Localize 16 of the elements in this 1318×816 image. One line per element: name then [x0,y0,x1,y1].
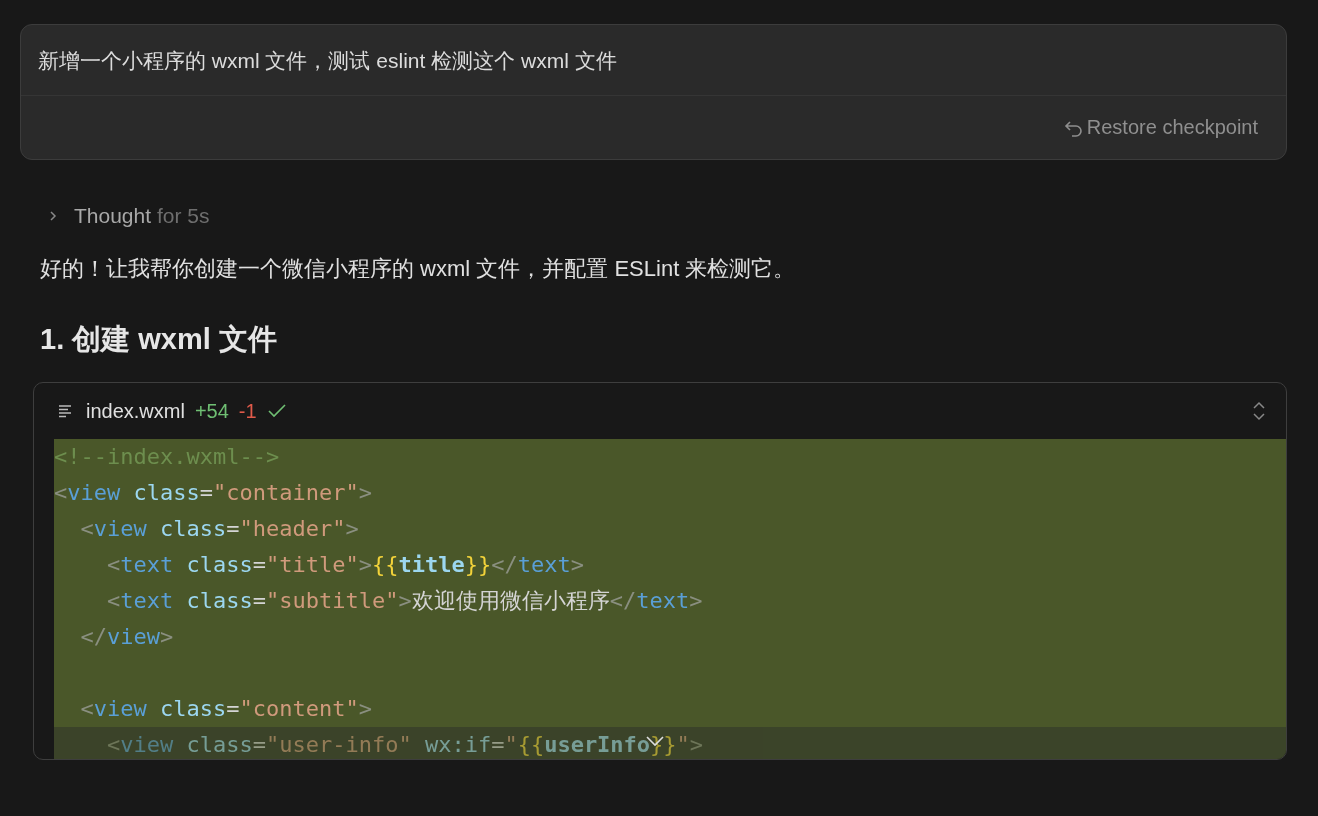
code-line: <text class="subtitle">欢迎使用微信小程序</text> [105,587,704,615]
restore-checkpoint-button[interactable]: Restore checkpoint [1062,116,1258,139]
section-heading: 1. 创建 wxml 文件 [40,322,278,357]
expand-collapse-icon[interactable] [1252,400,1266,422]
added-count: +54 [194,399,229,423]
file-name: index.wxml [86,399,185,423]
thought-toggle[interactable]: Thought for 5s [74,204,210,228]
code-line: </view> [79,623,175,651]
code-line: <view class="container"> [54,479,373,507]
code-line: <view class="header"> [79,515,360,543]
reply-paragraph: 好的！让我帮你创建一个微信小程序的 wxml 文件，并配置 ESLint 来检测它。 [40,255,797,283]
file-lines-icon [58,404,72,418]
user-message: 新增一个小程序的 wxml 文件，测试 eslint 检测这个 wxml 文件 [21,25,1286,96]
code-line: <view class="content"> [79,695,373,723]
code-line: <text class="title">{{title}}</text> [105,551,585,579]
removed-count: -1 [238,399,257,423]
